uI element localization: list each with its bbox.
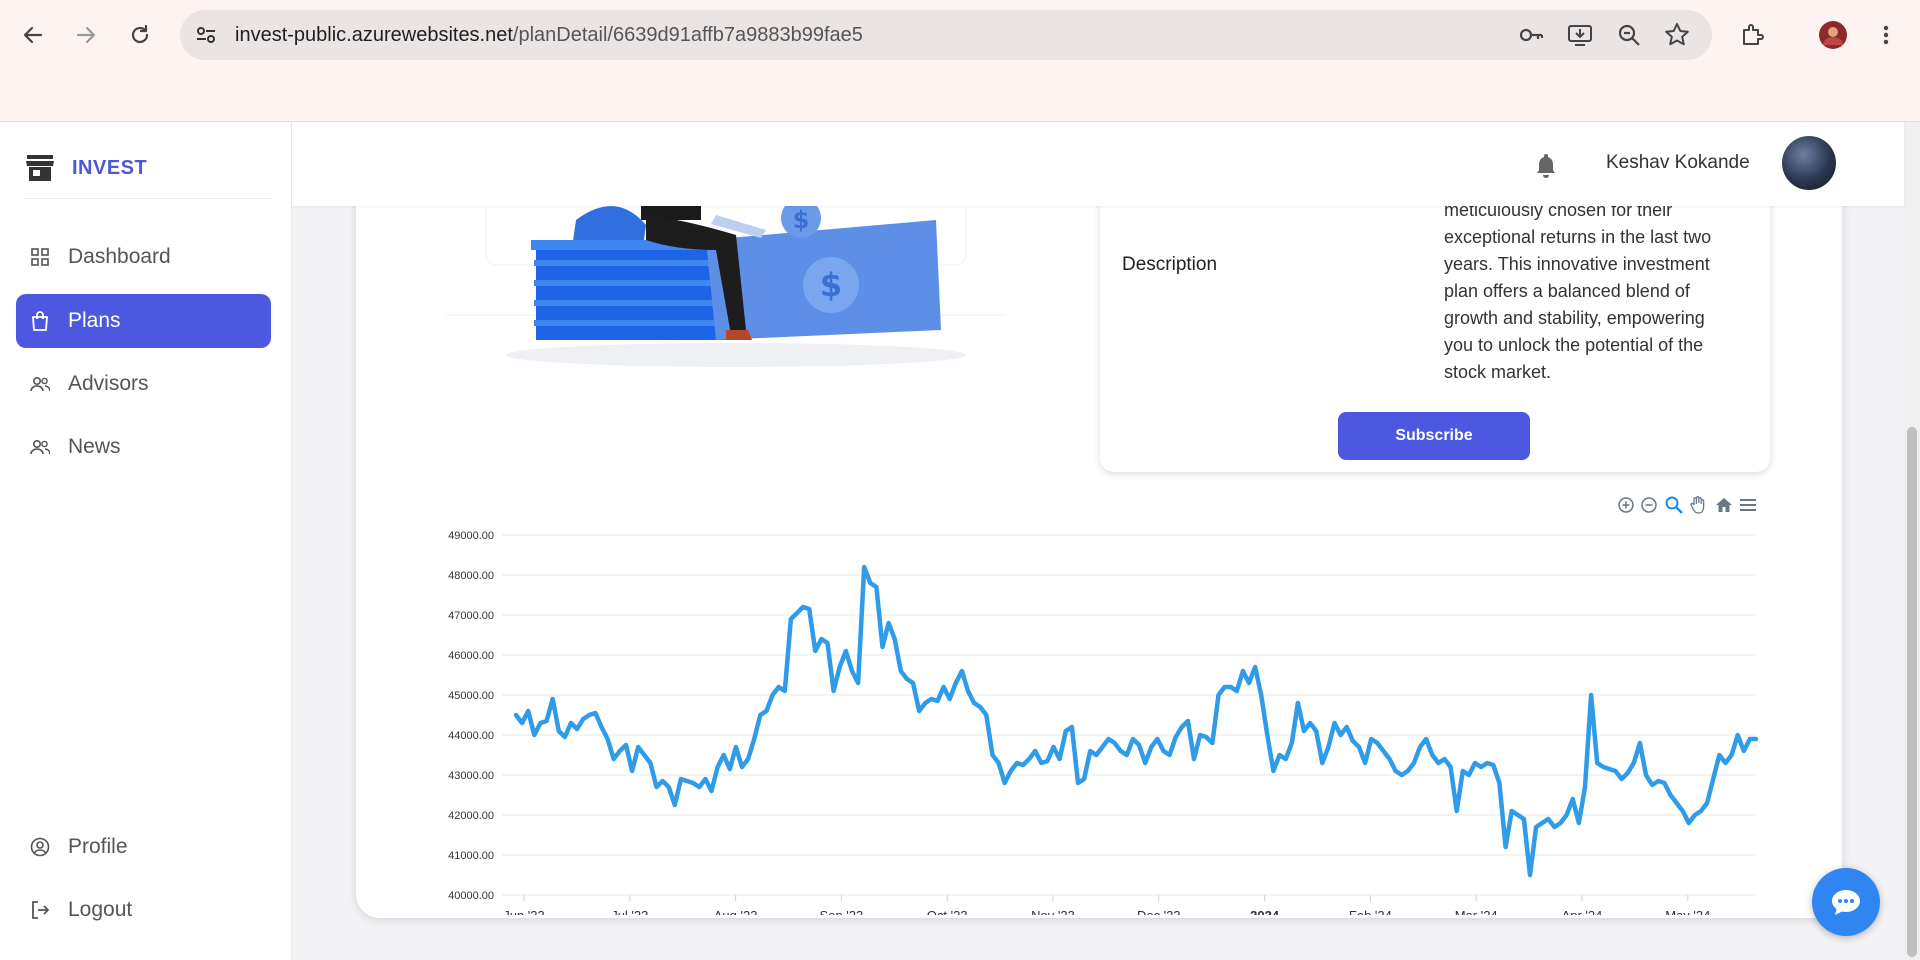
svg-text:$: $ [793, 206, 810, 234]
y-tick-label: 49000.00 [448, 530, 494, 542]
scrollbar-thumb[interactable] [1907, 427, 1917, 957]
brand-name: INVEST [72, 156, 148, 179]
x-tick-label: 2024 [1250, 908, 1280, 915]
chat-button[interactable] [1812, 868, 1880, 936]
subscribe-button[interactable]: Subscribe [1338, 412, 1530, 460]
x-tick-label: Aug '23 [714, 908, 758, 915]
description-line: plan offers a balanced blend of [1444, 281, 1690, 301]
sidebar: INVEST Dashboard Plans Advisors News Pro… [0, 122, 292, 960]
x-tick-label: May '24 [1665, 908, 1710, 915]
price-series-line [513, 564, 1759, 878]
reload-icon[interactable] [122, 17, 158, 53]
logout-icon [30, 900, 50, 920]
extensions-icon[interactable] [1735, 17, 1771, 53]
sidebar-item-label: Logout [68, 898, 133, 921]
x-tick-label: Feb '24 [1349, 908, 1392, 915]
sidebar-item-label: Plans [68, 309, 121, 332]
x-tick-label: Jul '23 [611, 908, 648, 915]
sidebar-item-label: Dashboard [68, 245, 171, 268]
people-icon [30, 374, 50, 394]
x-tick-label: Oct '23 [927, 908, 968, 915]
url-host: invest-public.azurewebsites.net [235, 24, 513, 46]
description-text: meticulously chosen for their exceptiona… [1444, 197, 1748, 386]
sidebar-item-news[interactable]: News [16, 420, 271, 474]
browser-profile-avatar[interactable] [1815, 17, 1851, 53]
plan-info-box: Description meticulously chosen for thei… [1100, 180, 1770, 472]
bell-icon[interactable] [1534, 152, 1558, 178]
url-text: invest-public.azurewebsites.net/planDeta… [235, 10, 863, 60]
line-chart-svg: 49000.00 48000.00 47000.00 46000.00 45000.00… [448, 530, 1759, 915]
username[interactable]: Keshav Kokande [1606, 152, 1750, 174]
site-settings-icon[interactable] [194, 23, 218, 47]
x-tick-label: Jun '23 [503, 908, 545, 915]
y-tick-label: 45000.00 [448, 690, 494, 702]
sidebar-item-dashboard[interactable]: Dashboard [16, 230, 271, 284]
people-icon [30, 437, 50, 457]
zoom-icon[interactable] [1616, 22, 1642, 48]
x-tick-label: Mar '24 [1455, 908, 1498, 915]
y-tick-label: 41000.00 [448, 850, 494, 862]
brand[interactable]: INVEST [24, 148, 147, 188]
sidebar-item-plans[interactable]: Plans [16, 294, 271, 348]
bookmark-star-icon[interactable] [1664, 22, 1690, 48]
x-tick-label: Apr '24 [1562, 908, 1603, 915]
address-bar[interactable]: invest-public.azurewebsites.net/planDeta… [180, 10, 1712, 60]
sidebar-item-label: Profile [68, 835, 128, 858]
top-header: Keshav Kokande [292, 122, 1904, 206]
page-scrollbar[interactable] [1904, 122, 1920, 960]
install-app-icon[interactable] [1567, 22, 1593, 48]
y-tick-label: 43000.00 [448, 770, 494, 782]
description-line: stock market. [1444, 362, 1552, 382]
description-line: exceptional returns in the last two [1444, 227, 1712, 247]
x-tick-label: Dec '23 [1137, 908, 1181, 915]
svg-text:$: $ [820, 266, 842, 304]
browser-toolbar: invest-public.azurewebsites.net/planDeta… [0, 0, 1920, 70]
x-tick-label: Nov '23 [1031, 908, 1075, 915]
description-line: you to unlock the potential of the [1444, 335, 1704, 355]
x-tick-label: Sep '23 [820, 908, 864, 915]
avatar[interactable] [1782, 136, 1836, 190]
y-tick-label: 44000.00 [448, 730, 494, 742]
sidebar-item-label: Advisors [68, 372, 149, 395]
browser-infobar [0, 70, 1920, 122]
description-label: Description [1122, 254, 1218, 275]
back-icon[interactable] [15, 17, 51, 53]
key-icon[interactable] [1518, 22, 1544, 48]
money-illustration: $ $ [446, 180, 1006, 367]
y-tick-label: 48000.00 [448, 570, 494, 582]
url-path: /planDetail/6639d91affb7a9883b99fae5 [512, 24, 863, 46]
bag-icon [30, 311, 50, 331]
y-tick-label: 46000.00 [448, 650, 494, 662]
store-icon [26, 155, 54, 181]
y-tick-label: 40000.00 [448, 890, 494, 902]
sidebar-item-logout[interactable]: Logout [16, 883, 271, 937]
user-circle-icon [30, 837, 50, 857]
description-line: growth and stability, empowering [1444, 308, 1705, 328]
sidebar-item-profile[interactable]: Profile [16, 820, 271, 874]
description-line: years. This innovative investment [1444, 254, 1710, 274]
browser-menu-icon[interactable] [1868, 17, 1904, 53]
y-tick-label: 42000.00 [448, 810, 494, 822]
sidebar-item-label: News [68, 435, 121, 458]
grid-icon [30, 247, 50, 267]
plan-detail-card: $ $ Description meticulously chosen for … [356, 180, 1842, 918]
sidebar-item-advisors[interactable]: Advisors [16, 357, 271, 411]
price-chart: 49000.00 48000.00 47000.00 46000.00 45000.00… [356, 495, 1842, 915]
forward-icon[interactable] [68, 17, 104, 53]
y-tick-label: 47000.00 [448, 610, 494, 622]
divider [24, 198, 272, 199]
chat-bubble-icon [1832, 890, 1860, 915]
